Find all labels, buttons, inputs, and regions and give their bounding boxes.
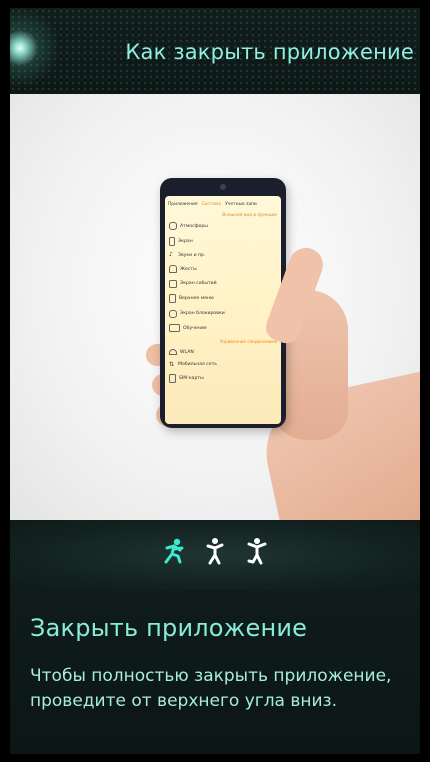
settings-row: Жесты — [165, 262, 281, 277]
tutorial-frame: Как закрыть приложение Приложения Систем… — [10, 8, 420, 754]
gesture-title: Закрыть приложение — [30, 614, 308, 642]
tutorial-illustration: Приложения Система Учетные запи Внешний … — [10, 94, 420, 520]
gesture-step-2-icon[interactable] — [200, 536, 230, 566]
page-title: Как закрыть приложение — [125, 40, 414, 64]
info-panel: Закрыть приложение Чтобы полностью закры… — [10, 590, 420, 754]
settings-row-label: WLAN — [180, 349, 194, 355]
top-menu-icon — [169, 294, 176, 304]
phone-camera — [220, 184, 226, 190]
phone-screen-icon — [169, 236, 175, 246]
settings-row: ⇅ Мобильная сеть — [165, 358, 281, 371]
settings-tab-apps: Приложения — [168, 202, 198, 207]
mobile-network-icon: ⇅ — [169, 360, 175, 368]
settings-row-label: SIM-карты — [179, 376, 204, 382]
event-screen-icon — [169, 279, 177, 288]
settings-row: Экран блокировки — [165, 307, 281, 322]
settings-row-label: Мобильная сеть — [178, 362, 218, 368]
palette-icon — [169, 222, 177, 231]
settings-row: Экран — [165, 234, 281, 250]
settings-row-label: Экран — [178, 238, 193, 244]
settings-row-label: Звуки и пр. — [178, 252, 206, 258]
settings-row-label: Атмосферы — [180, 223, 208, 229]
settings-tab-accounts: Учетные запи — [225, 202, 257, 207]
gesture-description: Чтобы полностью закрыть приложение, пров… — [30, 666, 392, 711]
demo-phone-screen: Приложения Система Учетные запи Внешний … — [165, 196, 281, 424]
settings-row: Экран событий — [165, 276, 281, 291]
section-appearance: Внешний вид и функции — [222, 212, 277, 217]
gesture-steps-bar — [10, 520, 420, 590]
settings-row-label: Экран блокировки — [180, 311, 225, 317]
settings-row-label: Верхнее меню — [179, 296, 214, 302]
wifi-icon — [169, 349, 177, 356]
settings-row-label: Экран событий — [180, 281, 217, 287]
header: Как закрыть приложение — [10, 8, 420, 94]
gesture-step-1-icon[interactable] — [158, 536, 188, 566]
settings-row: Атмосферы — [165, 219, 281, 234]
music-note-icon: ♪ — [169, 251, 173, 259]
settings-row-label: Обучение — [183, 325, 207, 331]
settings-row: Обучение — [165, 321, 281, 336]
settings-tab-system: Система — [201, 202, 222, 207]
section-network: Управление соединением — [219, 338, 277, 344]
settings-tabs: Приложения Система Учетные запи — [165, 196, 281, 209]
settings-row: Верхнее меню — [165, 291, 281, 307]
lock-screen-icon — [169, 309, 177, 318]
gesture-step-3-icon[interactable] — [242, 536, 272, 566]
book-icon — [169, 324, 180, 333]
settings-row-label: Жесты — [180, 266, 197, 272]
settings-row: ♪ Звуки и пр. — [165, 249, 281, 262]
settings-row: WLAN — [165, 346, 281, 359]
settings-row: SIM-карты — [165, 371, 281, 387]
gesture-steps — [10, 536, 420, 566]
gesture-icon — [169, 265, 177, 274]
demo-phone: Приложения Система Учетные запи Внешний … — [160, 178, 286, 428]
tutorial-screen: Как закрыть приложение Приложения Систем… — [0, 0, 430, 762]
sim-card-icon — [169, 374, 176, 384]
